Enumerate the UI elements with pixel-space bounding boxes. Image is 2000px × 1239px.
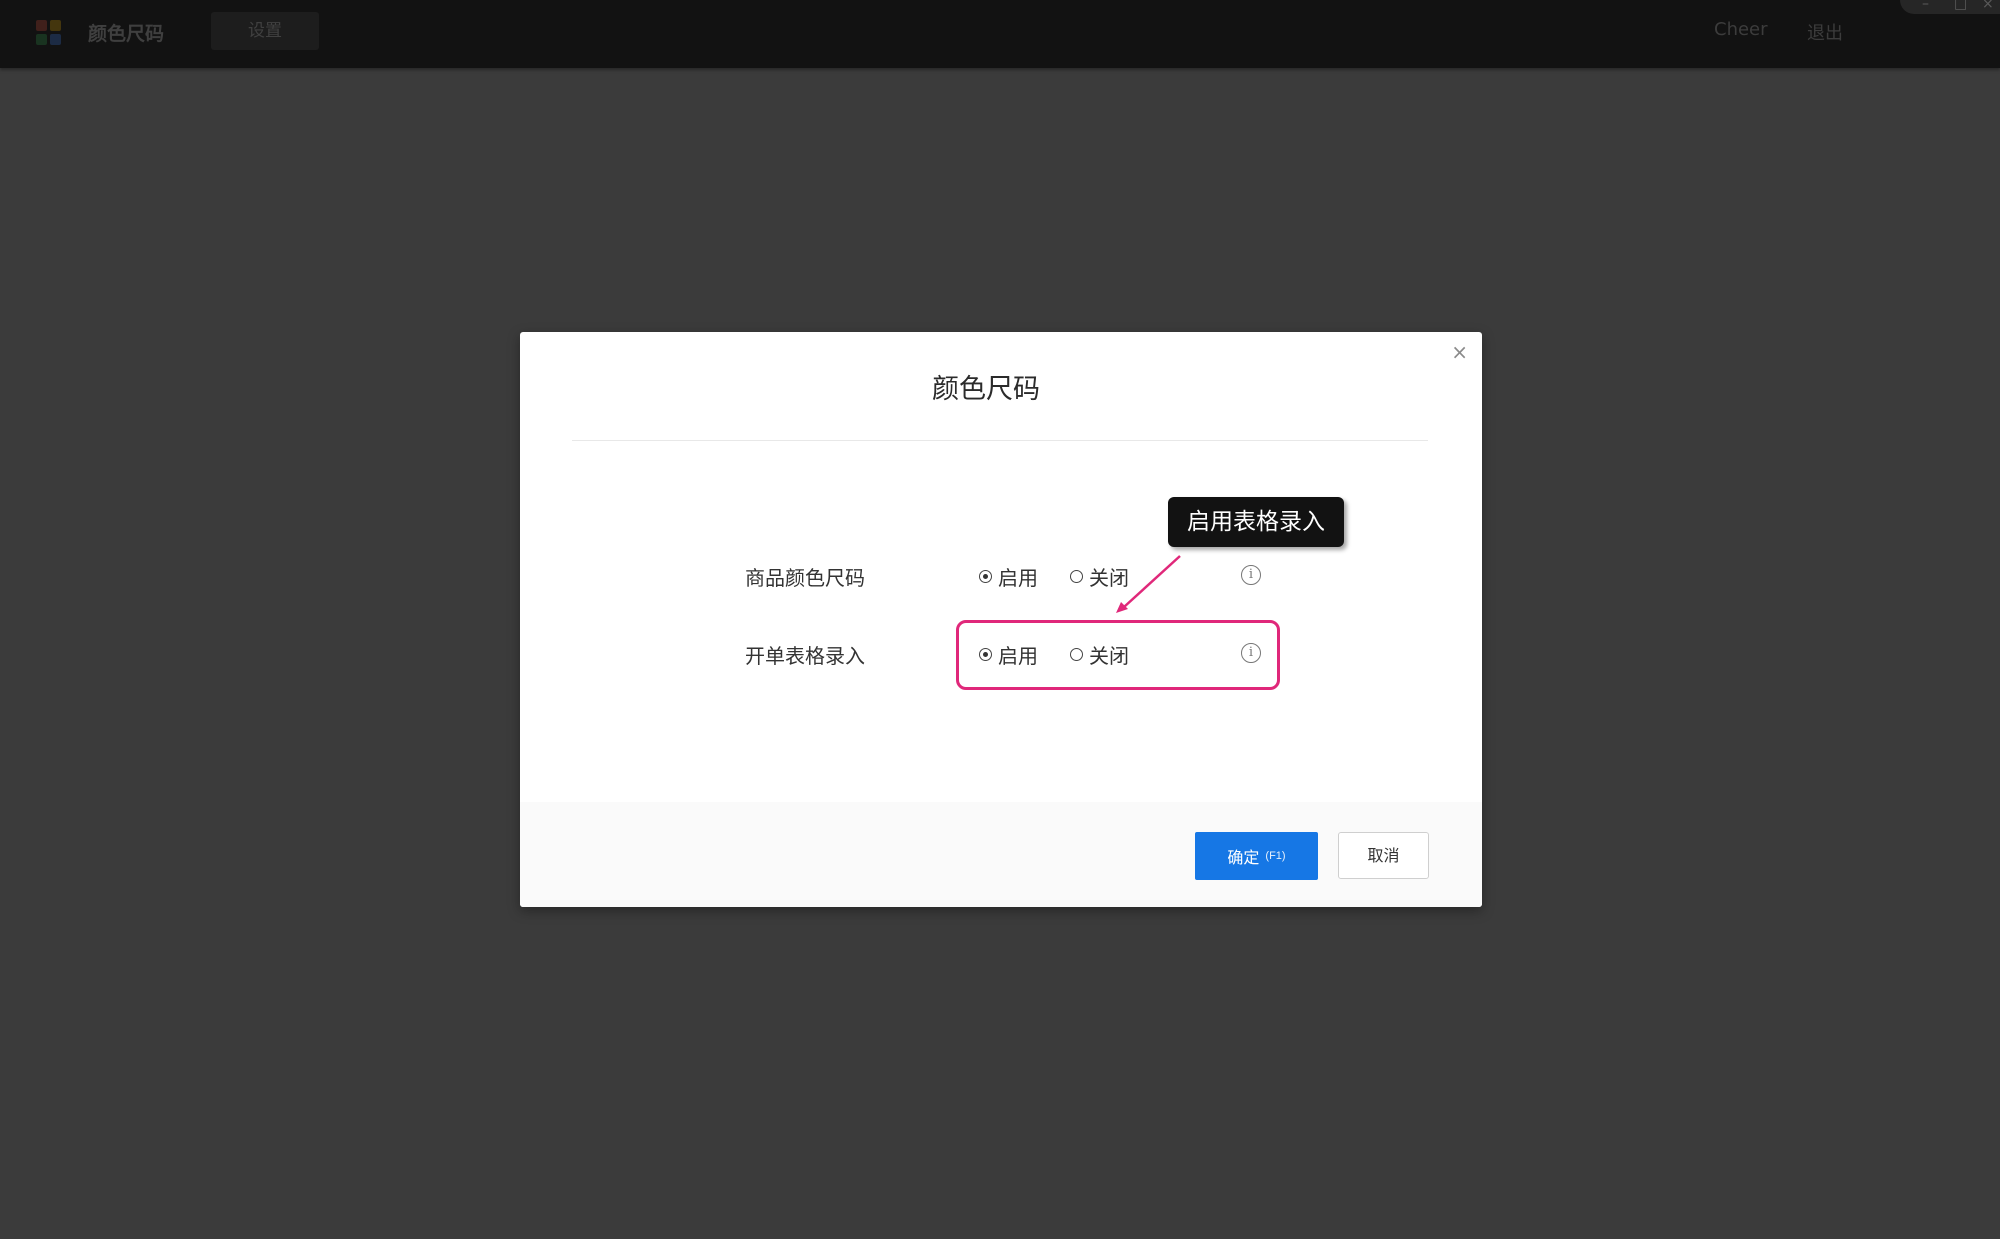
confirm-shortcut: (F1): [1265, 850, 1286, 862]
color-size-dialog: × 颜色尺码 商品颜色尺码 启用 关闭 i 开单表格录入 启用 关闭 i 启用表…: [520, 332, 1482, 907]
maximize-icon[interactable]: □: [1954, 0, 1967, 13]
confirm-button[interactable]: 确定 (F1): [1195, 832, 1318, 880]
app-logo-icon: [36, 20, 62, 46]
tab-settings[interactable]: 设置: [211, 12, 319, 50]
app-top-bar: 颜色尺码 设置 Cheer 退出 – □ ×: [0, 0, 2000, 68]
app-title: 颜色尺码: [88, 23, 165, 45]
cancel-button[interactable]: 取消: [1338, 832, 1429, 879]
window-controls: – □ ×: [1900, 0, 2000, 14]
user-name[interactable]: Cheer: [1714, 19, 1768, 40]
logout-link[interactable]: 退出: [1807, 19, 1843, 45]
confirm-button-label: 确定: [1227, 850, 1260, 867]
tooltip: 启用表格录入: [1168, 497, 1344, 547]
close-window-icon[interactable]: ×: [1982, 0, 1994, 13]
minimize-icon[interactable]: –: [1922, 0, 1929, 13]
